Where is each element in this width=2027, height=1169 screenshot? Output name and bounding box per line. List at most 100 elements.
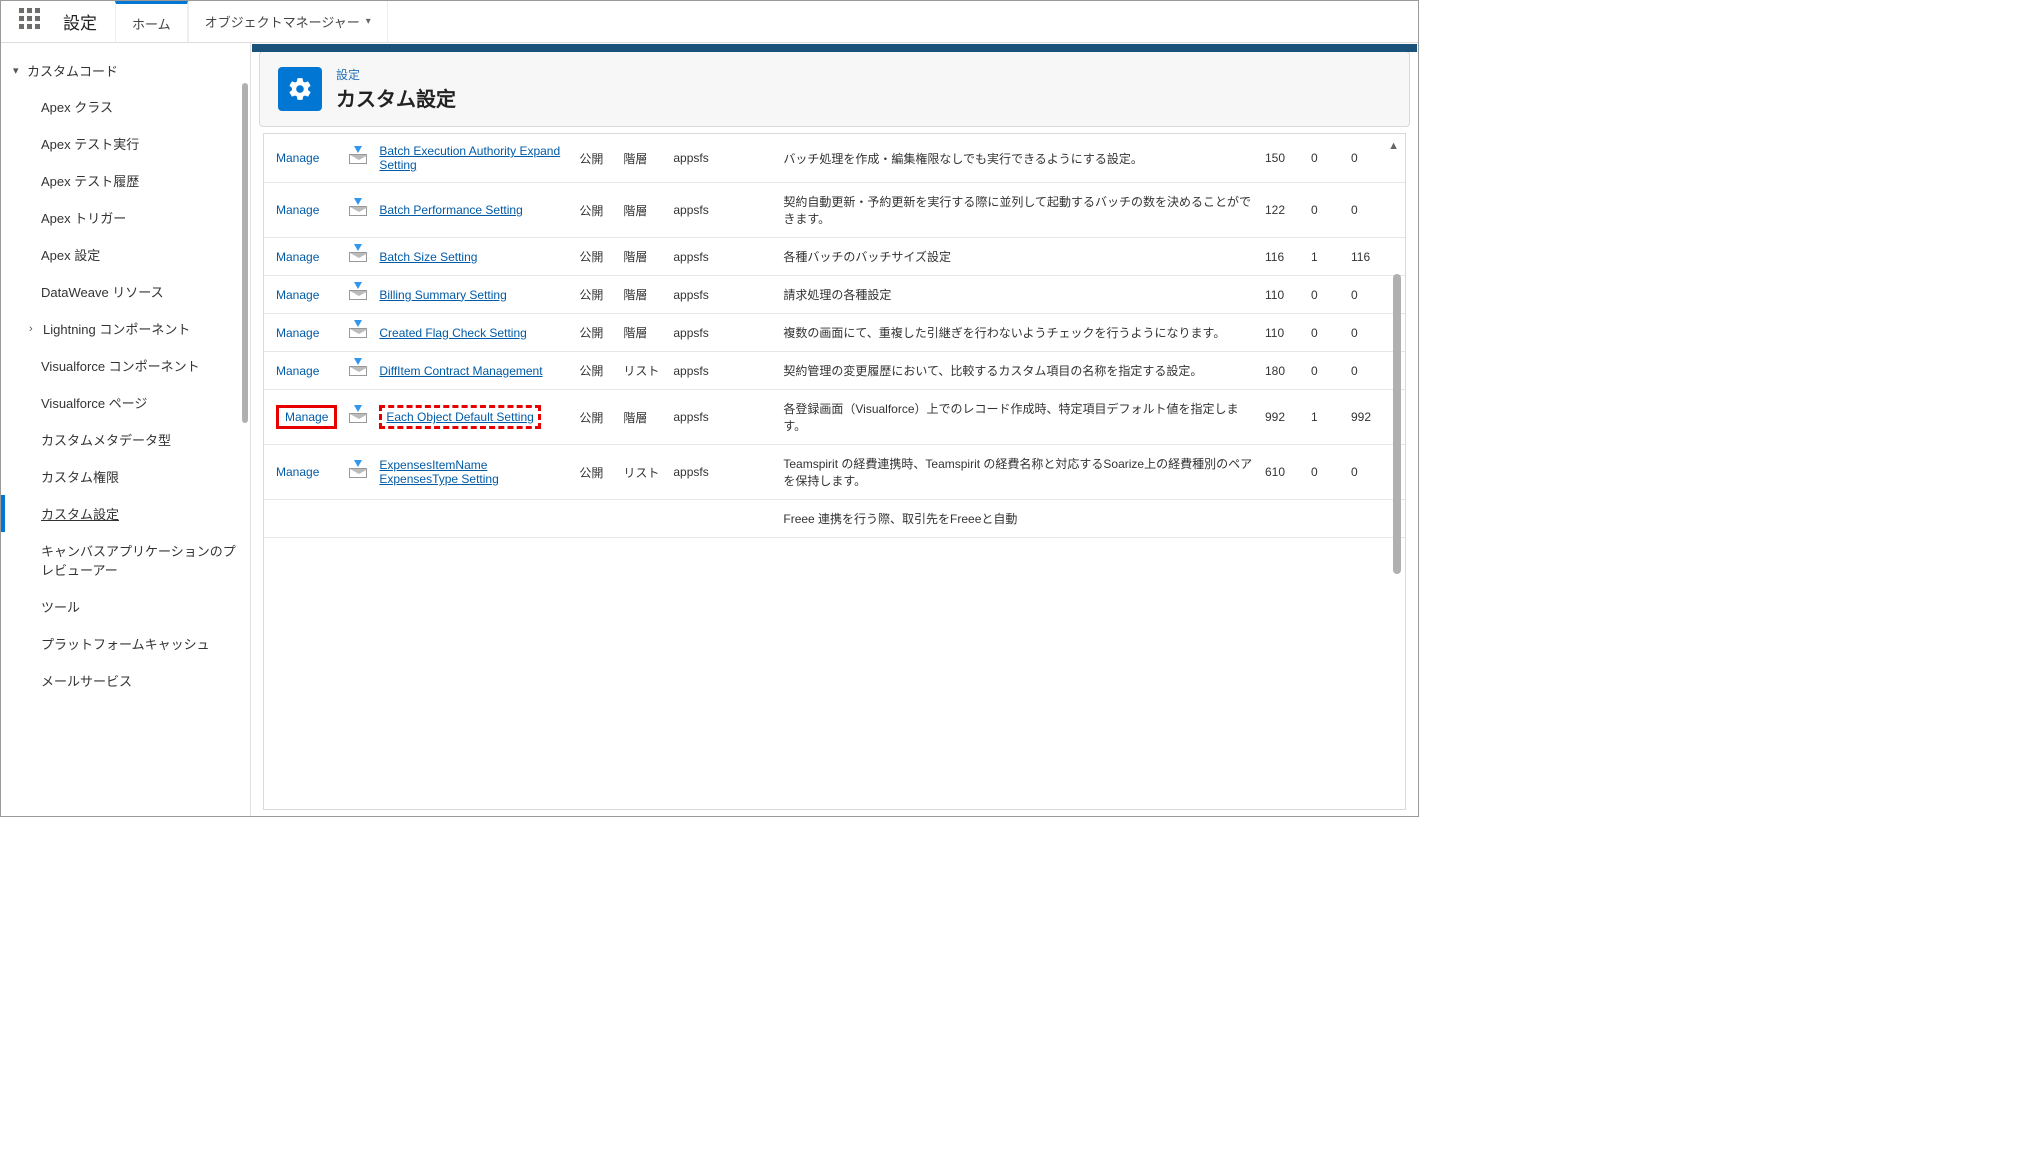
table-row: Freee 連携を行う際、取引先をFreeeと自動	[264, 500, 1405, 538]
download-icon[interactable]	[349, 248, 367, 262]
type-cell: 階層	[617, 238, 667, 276]
sidebar-item[interactable]: カスタム権限	[1, 458, 250, 495]
sidebar-item[interactable]: Apex クラス	[1, 88, 250, 125]
manage-link[interactable]: Manage	[276, 203, 319, 217]
count-cell: 0	[1305, 134, 1345, 183]
description-cell: 契約管理の変更履歴において、比較するカスタム項目の名称を指定する設定。	[777, 352, 1259, 390]
sidebar-item[interactable]: ›Lightning コンポーネント	[1, 310, 250, 347]
count-cell: 0	[1305, 276, 1345, 314]
setting-name-link[interactable]: Batch Execution Authority Expand Setting	[379, 144, 560, 172]
tab-object-manager-label: オブジェクトマネージャー	[205, 12, 360, 31]
description-cell: 複数の画面にて、重複した引継ぎを行わないようチェックを行うようになります。	[777, 314, 1259, 352]
manage-link[interactable]: Manage	[276, 465, 319, 479]
count-cell: 122	[1259, 183, 1305, 238]
setting-name-link[interactable]: DiffItem Contract Management	[379, 364, 542, 378]
count-cell: 0	[1305, 352, 1345, 390]
description-cell: 請求処理の各種設定	[777, 276, 1259, 314]
type-cell: 階層	[617, 134, 667, 183]
table-row: ManageEach Object Default Setting公開階層app…	[264, 390, 1405, 445]
sidebar-item[interactable]: Apex テスト実行	[1, 125, 250, 162]
count-cell: 116	[1259, 238, 1305, 276]
namespace-cell: appsfs	[667, 276, 777, 314]
count-cell: 0	[1305, 314, 1345, 352]
sidebar-item[interactable]: キャンバスアプリケーションのプレビューアー	[1, 532, 250, 588]
app-launcher-icon[interactable]	[19, 8, 47, 36]
sidebar-group-custom-code[interactable]: ▾ カスタムコード	[1, 53, 250, 88]
sidebar-item[interactable]: Visualforce ページ	[1, 384, 250, 421]
manage-link[interactable]: Manage	[276, 288, 319, 302]
visibility-cell: 公開	[573, 314, 617, 352]
description-cell: 各登録画面（Visualforce）上でのレコード作成時、特定項目デフォルト値を…	[777, 390, 1259, 445]
sidebar-item[interactable]: Visualforce コンポーネント	[1, 347, 250, 384]
setting-name-link[interactable]: Each Object Default Setting	[386, 410, 533, 424]
visibility-cell: 公開	[573, 276, 617, 314]
sidebar-item-custom-settings[interactable]: カスタム設定	[1, 495, 250, 532]
type-cell: 階層	[617, 183, 667, 238]
visibility-cell: 公開	[573, 134, 617, 183]
gear-icon	[278, 67, 322, 111]
namespace-cell: appsfs	[667, 183, 777, 238]
scrollbar[interactable]	[1393, 274, 1401, 574]
count-cell	[1305, 500, 1345, 538]
description-cell: Teamspirit の経費連携時、Teamspirit の経費名称と対応するS…	[777, 445, 1259, 500]
download-icon[interactable]	[349, 409, 367, 423]
table-row: Manage Billing Summary Setting 公開階層appsfs請…	[264, 276, 1405, 314]
type-cell: 階層	[617, 314, 667, 352]
namespace-cell: appsfs	[667, 445, 777, 500]
type-cell: 階層	[617, 390, 667, 445]
type-cell: リスト	[617, 352, 667, 390]
tab-home[interactable]: ホーム	[115, 1, 188, 42]
download-icon[interactable]	[349, 150, 367, 164]
table-row: Manage Batch Execution Authority Expand S…	[264, 134, 1405, 183]
manage-link[interactable]: Manage	[276, 151, 319, 165]
namespace-cell: appsfs	[667, 352, 777, 390]
sidebar-item[interactable]: DataWeave リソース	[1, 273, 250, 310]
count-cell: 992	[1259, 390, 1305, 445]
namespace-cell	[667, 500, 777, 538]
setup-title: 設定	[63, 9, 97, 34]
description-cell: バッチ処理を作成・編集権限なしでも実行できるようにする設定。	[777, 134, 1259, 183]
namespace-cell: appsfs	[667, 134, 777, 183]
scroll-up-icon[interactable]: ▲	[1388, 140, 1399, 152]
count-cell: 116	[1345, 238, 1405, 276]
manage-link[interactable]: Manage	[276, 250, 319, 264]
sidebar-item[interactable]: プラットフォームキャッシュ	[1, 625, 250, 662]
tab-object-manager[interactable]: オブジェクトマネージャー▾	[188, 1, 388, 42]
manage-link[interactable]: Manage	[276, 364, 319, 378]
visibility-cell: 公開	[573, 445, 617, 500]
type-cell: リスト	[617, 445, 667, 500]
breadcrumb: 設定	[336, 66, 456, 83]
table-row: ManageBatch Performance Setting公開階層appsf…	[264, 183, 1405, 238]
content-area: 設定 カスタム設定 ▲ ManageBatch Execution Author…	[251, 43, 1418, 816]
description-cell: 契約自動更新・予約更新を実行する際に並列して起動するバッチの数を決めることができ…	[777, 183, 1259, 238]
sidebar-item[interactable]: Apex テスト履歴	[1, 162, 250, 199]
sidebar-item[interactable]: メールサービス	[1, 662, 250, 699]
sidebar-item-label: Lightning コンポーネント	[43, 319, 190, 338]
sidebar-item[interactable]: Apex 設定	[1, 236, 250, 273]
setting-name-link[interactable]: ExpensesItemName ExpensesType Setting	[379, 458, 498, 486]
setting-name-link[interactable]: Created Flag Check Setting	[379, 326, 526, 340]
sidebar-item[interactable]: カスタムメタデータ型	[1, 421, 250, 458]
sidebar-item[interactable]: Apex トリガー	[1, 199, 250, 236]
count-cell: 110	[1259, 314, 1305, 352]
sidebar-group-label: カスタムコード	[27, 61, 118, 80]
count-cell: 0	[1305, 183, 1345, 238]
chevron-down-icon: ▾	[13, 64, 27, 77]
download-icon[interactable]	[349, 324, 367, 338]
sidebar-item[interactable]: ツール	[1, 588, 250, 625]
download-icon[interactable]	[349, 286, 367, 300]
custom-settings-table: ▲ Manage Batch Execution Authority Expand…	[263, 133, 1406, 810]
top-tabs: ホーム オブジェクトマネージャー▾	[115, 1, 388, 42]
manage-link[interactable]: Manage	[276, 326, 319, 340]
table-row: ManageDiffItem Contract Management公開リストa…	[264, 352, 1405, 390]
download-icon[interactable]	[349, 464, 367, 478]
download-icon[interactable]	[349, 362, 367, 376]
count-cell: 0	[1345, 183, 1405, 238]
setting-name-link[interactable]: Billing Summary Setting	[379, 288, 506, 302]
setting-name-link[interactable]: Batch Size Setting	[379, 250, 477, 264]
setting-name-link[interactable]: Batch Performance Setting	[379, 203, 522, 217]
table-row: ManageBatch Size Setting公開階層appsfs各種バッチの…	[264, 238, 1405, 276]
manage-link[interactable]: Manage	[285, 410, 328, 424]
download-icon[interactable]	[349, 202, 367, 216]
type-cell: 階層	[617, 276, 667, 314]
